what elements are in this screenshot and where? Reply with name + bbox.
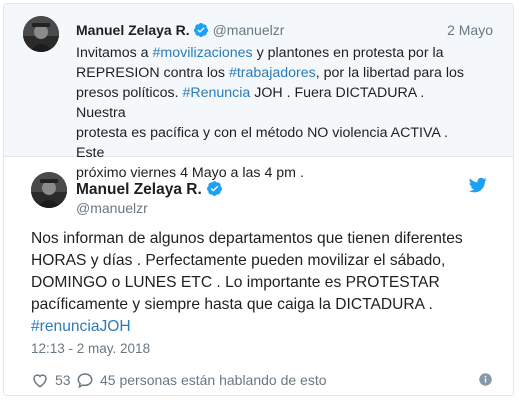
quoted-date[interactable]: 2 Mayo — [447, 21, 493, 39]
text-line: Nos informan de algunos departamentos qu… — [31, 230, 463, 247]
author-avatar[interactable] — [31, 172, 67, 208]
twitter-bird-icon[interactable] — [468, 176, 488, 194]
conversation-link[interactable]: 45 personas están hablando de esto — [76, 371, 327, 389]
verified-badge-icon — [193, 23, 208, 37]
tweet-timestamp[interactable]: 12:13 - 2 may. 2018 — [31, 341, 150, 356]
quoted-tweet-text: Invitamos a #movilizaciones y plantones … — [76, 43, 474, 183]
hashtag-link[interactable]: #renunciaJOH — [31, 318, 131, 335]
text-segment: presos políticos. — [76, 85, 183, 101]
hashtag-link[interactable]: #movilizaciones — [153, 45, 253, 61]
quoted-author-name[interactable]: Manuel Zelaya R. — [76, 22, 190, 38]
tweet-text: Nos informan de algunos departamentos qu… — [31, 228, 501, 338]
tweet-actions: 53 45 personas están hablando de esto — [31, 371, 493, 391]
quoted-header: Manuel Zelaya R. @manuelzr 2 Mayo — [76, 21, 493, 41]
author-name-row: Manuel Zelaya R. — [76, 180, 223, 199]
hashtag-link[interactable]: #Renuncia — [182, 85, 250, 101]
text-line: protesta es pacífica y con el método NO … — [76, 125, 448, 161]
comment-bubble-icon — [77, 373, 93, 389]
text-segment: , por la libertad para los — [315, 65, 464, 81]
text-line: HORAS y días . Perfectamente pueden movi… — [31, 252, 446, 269]
like-button[interactable]: 53 — [31, 371, 71, 389]
text-segment: y plantones en protesta por la — [252, 45, 444, 61]
text-segment: Invitamos a — [76, 45, 153, 61]
tweet-embed-card: Manuel Zelaya R. @manuelzr 2 Mayo Invitam… — [3, 3, 514, 396]
heart-icon — [33, 374, 47, 388]
text-line: DOMINGO o LUNES ETC . Lo importante es P… — [31, 274, 440, 291]
text-line: pacíficamente y siempre hasta que caiga … — [31, 296, 433, 313]
quoted-author-handle[interactable]: @manuelzr — [213, 22, 285, 38]
author-handle[interactable]: @manuelzr — [76, 200, 148, 216]
hashtag-link[interactable]: #trabajadores — [229, 65, 316, 81]
quoted-avatar[interactable] — [23, 16, 59, 52]
info-icon[interactable] — [478, 372, 493, 387]
text-segment: REPRESION contra los — [76, 65, 229, 81]
quoted-tweet[interactable]: Manuel Zelaya R. @manuelzr 2 Mayo Invitam… — [4, 4, 513, 181]
conversation-text: 45 personas están hablando de esto — [100, 372, 327, 388]
like-count: 53 — [55, 372, 71, 388]
verified-badge-icon — [206, 181, 222, 196]
author-name[interactable]: Manuel Zelaya R. — [76, 181, 202, 198]
